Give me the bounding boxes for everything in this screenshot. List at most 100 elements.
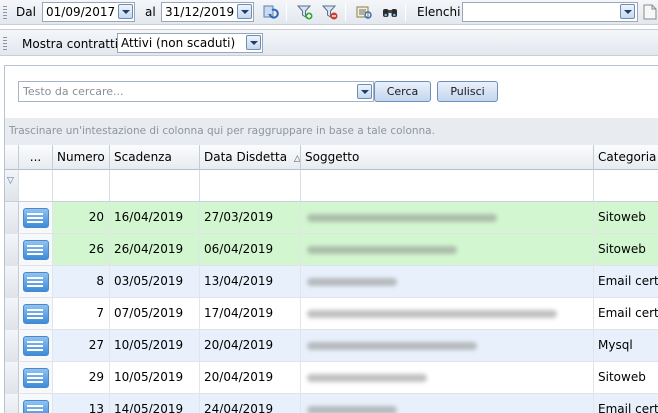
cell-scadenza: 16/04/2019 [110, 202, 200, 233]
toolbar-grip[interactable] [3, 6, 7, 20]
to-date-value: 31/12/2019 [165, 5, 235, 19]
cell-scadenza: 26/04/2019 [110, 234, 200, 265]
list-details-icon[interactable] [23, 208, 49, 228]
row-selector[interactable] [5, 266, 19, 297]
list-details-icon[interactable] [23, 272, 49, 292]
grid-filter-row: ▽ [5, 170, 658, 202]
clear-button[interactable]: Pulisci [437, 81, 498, 102]
binoculars-icon[interactable] [382, 4, 398, 20]
column-header-actions[interactable]: ... [19, 145, 53, 170]
row-selector[interactable] [5, 362, 19, 393]
cell-numero: 8 [53, 266, 110, 297]
redacted-subject [307, 310, 557, 318]
contracts-status-value: Attivi (non scaduti) [121, 36, 236, 50]
remove-filter-icon[interactable] [322, 4, 338, 20]
contracts-status-select[interactable]: Attivi (non scaduti) [117, 33, 263, 53]
filter-cell-actions[interactable] [19, 170, 53, 201]
search-button[interactable]: Cerca [374, 81, 431, 102]
toolbar-grip[interactable] [3, 37, 7, 51]
table-row[interactable]: 803/05/201913/04/2019 Email certificata [5, 266, 658, 298]
filter-row-selector: ▽ [5, 170, 19, 201]
row-actions-cell[interactable] [19, 362, 53, 393]
redacted-subject [307, 278, 397, 286]
row-selector[interactable] [5, 394, 19, 413]
to-label: al [145, 5, 156, 19]
row-actions-cell[interactable] [19, 394, 53, 413]
row-actions-cell[interactable] [19, 330, 53, 361]
cell-scadenza: 10/05/2019 [110, 362, 200, 393]
contracts-status-dropdown-button[interactable] [246, 35, 261, 50]
row-actions-cell[interactable] [19, 266, 53, 297]
column-header-data-disdetta[interactable]: Data Disdetta △ [200, 145, 301, 170]
cell-data-disdetta: 24/04/2019 [200, 394, 301, 413]
cell-soggetto [301, 234, 594, 265]
redacted-subject [307, 214, 497, 222]
cell-numero: 7 [53, 298, 110, 329]
row-selector[interactable] [5, 298, 19, 329]
redacted-subject [307, 342, 477, 350]
grid-header: ... Numero Scadenza Data Disdetta △ Sogg… [5, 145, 658, 170]
list-details-icon[interactable] [23, 240, 49, 260]
table-row[interactable]: 29 10/05/2019 20/04/2019 Sitoweb [5, 362, 658, 394]
column-header-scadenza[interactable]: Scadenza [110, 145, 200, 170]
search-history-dropdown-button[interactable] [357, 84, 372, 99]
table-row[interactable]: 707/05/201917/04/2019 Email certificata [5, 298, 658, 330]
cell-soggetto [301, 266, 594, 297]
refresh-icon[interactable] [263, 4, 279, 20]
filter-cell-data-disdetta[interactable] [200, 170, 301, 201]
filter-cell-soggetto[interactable] [301, 170, 594, 201]
cell-data-disdetta: 17/04/2019 [200, 298, 301, 329]
filter-cell-numero[interactable] [53, 170, 110, 201]
from-label: Dal [16, 5, 36, 19]
contracts-grid: ... Numero Scadenza Data Disdetta △ Sogg… [5, 145, 658, 413]
cell-categoria: Email certificata [598, 306, 658, 320]
lists-select[interactable] [462, 2, 638, 22]
contracts-panel: Testo da cercare... Cerca Pulisci Trasci… [4, 65, 658, 413]
cell-categoria: Sitoweb [598, 242, 646, 256]
from-date-dropdown-button[interactable] [118, 4, 133, 19]
from-date-field[interactable]: 01/09/2017 [42, 2, 135, 22]
row-selector[interactable] [5, 234, 19, 265]
cell-scadenza: 10/05/2019 [110, 330, 200, 361]
table-row[interactable]: 27 10/05/2019 20/04/2019 Mysql [5, 330, 658, 362]
filter-cell-categoria[interactable] [594, 170, 658, 201]
cell-numero: 26 [53, 234, 110, 265]
cell-numero: 20 [53, 202, 110, 233]
list-details-icon[interactable] [23, 400, 49, 413]
header-row-selector [5, 145, 19, 170]
row-actions-cell[interactable] [19, 202, 53, 233]
column-header-soggetto[interactable]: Soggetto [301, 145, 594, 170]
list-details-icon[interactable] [23, 336, 49, 356]
to-date-field[interactable]: 31/12/2019 [161, 2, 254, 22]
cell-data-disdetta: 27/03/2019 [200, 202, 301, 233]
column-header-data-disdetta-label: Data Disdetta [204, 150, 288, 164]
redacted-subject [307, 406, 397, 413]
row-actions-cell[interactable] [19, 298, 53, 329]
to-date-dropdown-button[interactable] [237, 4, 252, 19]
document-icon[interactable] [642, 4, 658, 20]
sort-ascending-icon: △ [293, 154, 301, 164]
filter-cell-scadenza[interactable] [110, 170, 200, 201]
cell-numero: 27 [53, 330, 110, 361]
lists-dropdown-button[interactable] [620, 4, 635, 19]
cell-data-disdetta: 20/04/2019 [200, 362, 301, 393]
row-selector[interactable] [5, 330, 19, 361]
cell-data-disdetta: 13/04/2019 [200, 266, 301, 297]
table-row[interactable]: 1314/05/201924/04/2019 Email certificata [5, 394, 658, 413]
add-filter-icon[interactable] [297, 4, 313, 20]
report-icon[interactable] [356, 4, 372, 20]
search-input[interactable]: Testo da cercare... [18, 81, 374, 102]
list-details-icon[interactable] [23, 304, 49, 324]
row-actions-cell[interactable] [19, 234, 53, 265]
table-row[interactable]: 20 16/04/2019 27/03/2019 Sitoweb [5, 202, 658, 234]
list-details-icon[interactable] [23, 368, 49, 388]
cell-numero: 13 [53, 394, 110, 413]
row-selector[interactable] [5, 202, 19, 233]
column-header-numero[interactable]: Numero [53, 145, 110, 170]
cell-numero: 29 [53, 362, 110, 393]
group-by-area[interactable]: Trascinare un'intestazione di colonna qu… [5, 118, 658, 145]
redacted-subject [307, 374, 427, 382]
cell-soggetto [301, 394, 594, 413]
table-row[interactable]: 26 26/04/2019 06/04/2019 Sitoweb [5, 234, 658, 266]
column-header-categoria[interactable]: Categoria [594, 145, 658, 170]
